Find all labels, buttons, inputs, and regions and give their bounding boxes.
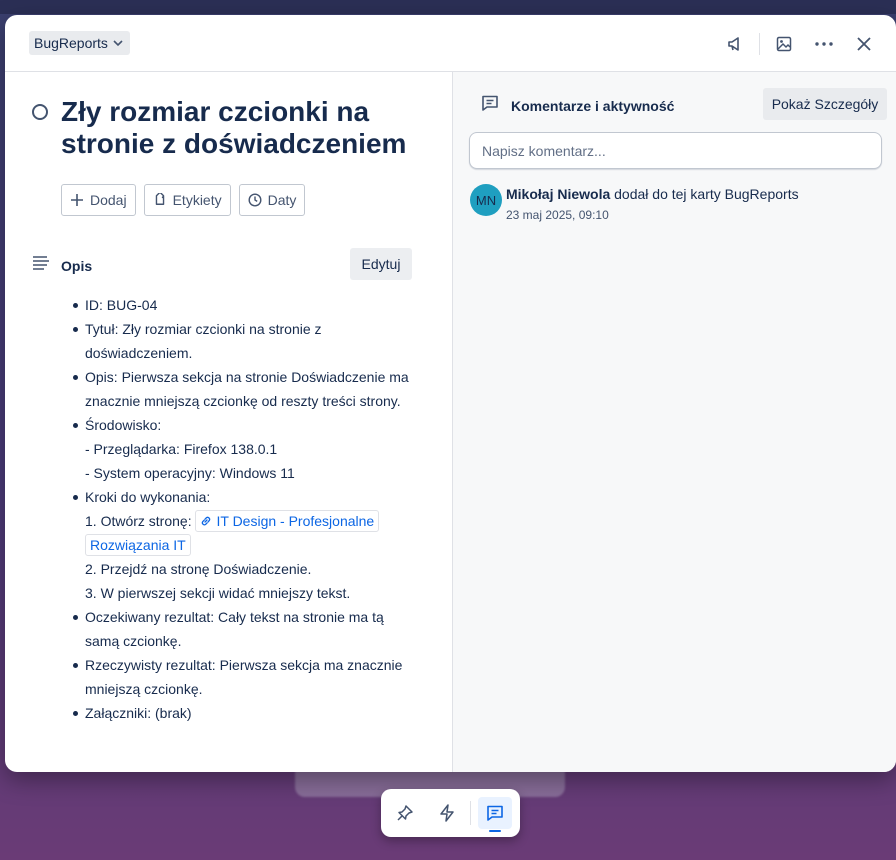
step-2: 2. Przejdź na stronę Doświadczenie. bbox=[85, 561, 312, 577]
bug-id: ID: BUG-04 bbox=[85, 297, 158, 313]
expected-result: Oczekiwany rezultat: Cały tekst na stron… bbox=[85, 609, 384, 649]
step-1: 1. Otwórz stronę: IT Design - Profesjona… bbox=[85, 509, 421, 557]
add-button-label: Dodaj bbox=[90, 192, 127, 208]
card-actions: Dodaj Etykiety Daty bbox=[61, 184, 306, 216]
attachments-line: Załączniki: (brak) bbox=[85, 705, 192, 721]
comment-icon[interactable] bbox=[483, 801, 507, 825]
modal-header: BugReports bbox=[5, 15, 896, 72]
list-item: Załączniki: (brak) bbox=[71, 701, 421, 725]
close-icon[interactable] bbox=[849, 29, 879, 59]
dates-button[interactable]: Daty bbox=[238, 184, 306, 216]
environment-heading: Środowisko: bbox=[85, 417, 162, 433]
list-item: Opis: Pierwsza sekcja na stronie Doświad… bbox=[71, 365, 421, 413]
dates-button-label: Daty bbox=[267, 192, 297, 208]
header-divider bbox=[759, 33, 760, 55]
card-title[interactable]: Zły rozmiar czcionki na stronie z doświa… bbox=[61, 96, 431, 160]
plus-icon bbox=[71, 194, 83, 206]
chevron-down-icon bbox=[113, 40, 123, 47]
comment-icon bbox=[482, 95, 498, 111]
bottom-toolbar bbox=[381, 789, 520, 837]
comment-input[interactable] bbox=[469, 132, 882, 169]
activity-user[interactable]: Mikołaj Niewola bbox=[506, 186, 610, 202]
pin-icon[interactable] bbox=[393, 801, 417, 825]
environment-os: - System operacyjny: Windows 11 bbox=[85, 465, 295, 481]
show-details-button[interactable]: Pokaż Szczegóły bbox=[763, 88, 887, 120]
list-item: ID: BUG-04 bbox=[71, 293, 421, 317]
description-icon bbox=[33, 256, 49, 270]
bug-description-line: Opis: Pierwsza sekcja na stronie Doświad… bbox=[85, 369, 409, 409]
comments-heading: Komentarze i aktywność bbox=[511, 98, 675, 114]
more-icon[interactable] bbox=[809, 29, 839, 59]
card-modal: BugReports Zły rozmiar czcionki na stron… bbox=[5, 15, 896, 772]
image-icon[interactable] bbox=[769, 29, 799, 59]
description-content[interactable]: ID: BUG-04 Tytuł: Zły rozmiar czcionki n… bbox=[71, 293, 421, 725]
labels-button-label: Etykiety bbox=[172, 192, 222, 208]
list-item: Tytuł: Zły rozmiar czcionki na stronie z… bbox=[71, 317, 421, 365]
tag-icon bbox=[155, 193, 164, 205]
active-tab-indicator bbox=[489, 830, 501, 832]
actual-result: Rzeczywisty rezultat: Pierwsza sekcja ma… bbox=[85, 657, 403, 697]
comments-pane: Komentarze i aktywność Pokaż Szczegóły M… bbox=[452, 72, 896, 772]
step-3: 3. W pierwszej sekcji widać mniejszy tek… bbox=[85, 585, 351, 601]
activity-action: dodał do tej karty BugReports bbox=[610, 186, 799, 202]
clock-icon bbox=[248, 193, 262, 207]
description-heading: Opis bbox=[61, 258, 93, 274]
list-item: Środowisko: - Przeglądarka: Firefox 138.… bbox=[71, 413, 421, 485]
list-name: BugReports bbox=[34, 35, 108, 51]
list-selector[interactable]: BugReports bbox=[29, 31, 130, 55]
step-1-text: 1. Otwórz stronę: bbox=[85, 513, 192, 529]
bolt-icon[interactable] bbox=[435, 801, 459, 825]
activity-entry: Mikołaj Niewola dodał do tej karty BugRe… bbox=[506, 186, 866, 202]
mark-complete-checkbox[interactable] bbox=[32, 104, 48, 120]
board-top-bar bbox=[0, 0, 896, 14]
avatar[interactable]: MN bbox=[470, 184, 502, 216]
labels-button[interactable]: Etykiety bbox=[143, 184, 231, 216]
activity-timestamp[interactable]: 23 maj 2025, 09:10 bbox=[506, 208, 609, 222]
card-details-pane: Zły rozmiar czcionki na stronie z doświa… bbox=[5, 72, 452, 772]
bug-title-line: Tytuł: Zły rozmiar czcionki na stronie z… bbox=[85, 321, 322, 361]
edit-description-button[interactable]: Edytuj bbox=[350, 248, 412, 280]
megaphone-icon[interactable] bbox=[720, 29, 750, 59]
list-item: Oczekiwany rezultat: Cały tekst na stron… bbox=[71, 605, 421, 653]
toolbar-divider bbox=[470, 801, 471, 825]
environment-browser: - Przeglądarka: Firefox 138.0.1 bbox=[85, 441, 278, 457]
link-icon bbox=[202, 516, 211, 526]
list-item: Kroki do wykonania: 1. Otwórz stronę: IT… bbox=[71, 485, 421, 605]
add-button[interactable]: Dodaj bbox=[61, 184, 136, 216]
list-item: Rzeczywisty rezultat: Pierwsza sekcja ma… bbox=[71, 653, 421, 701]
steps-heading: Kroki do wykonania: bbox=[85, 489, 211, 505]
